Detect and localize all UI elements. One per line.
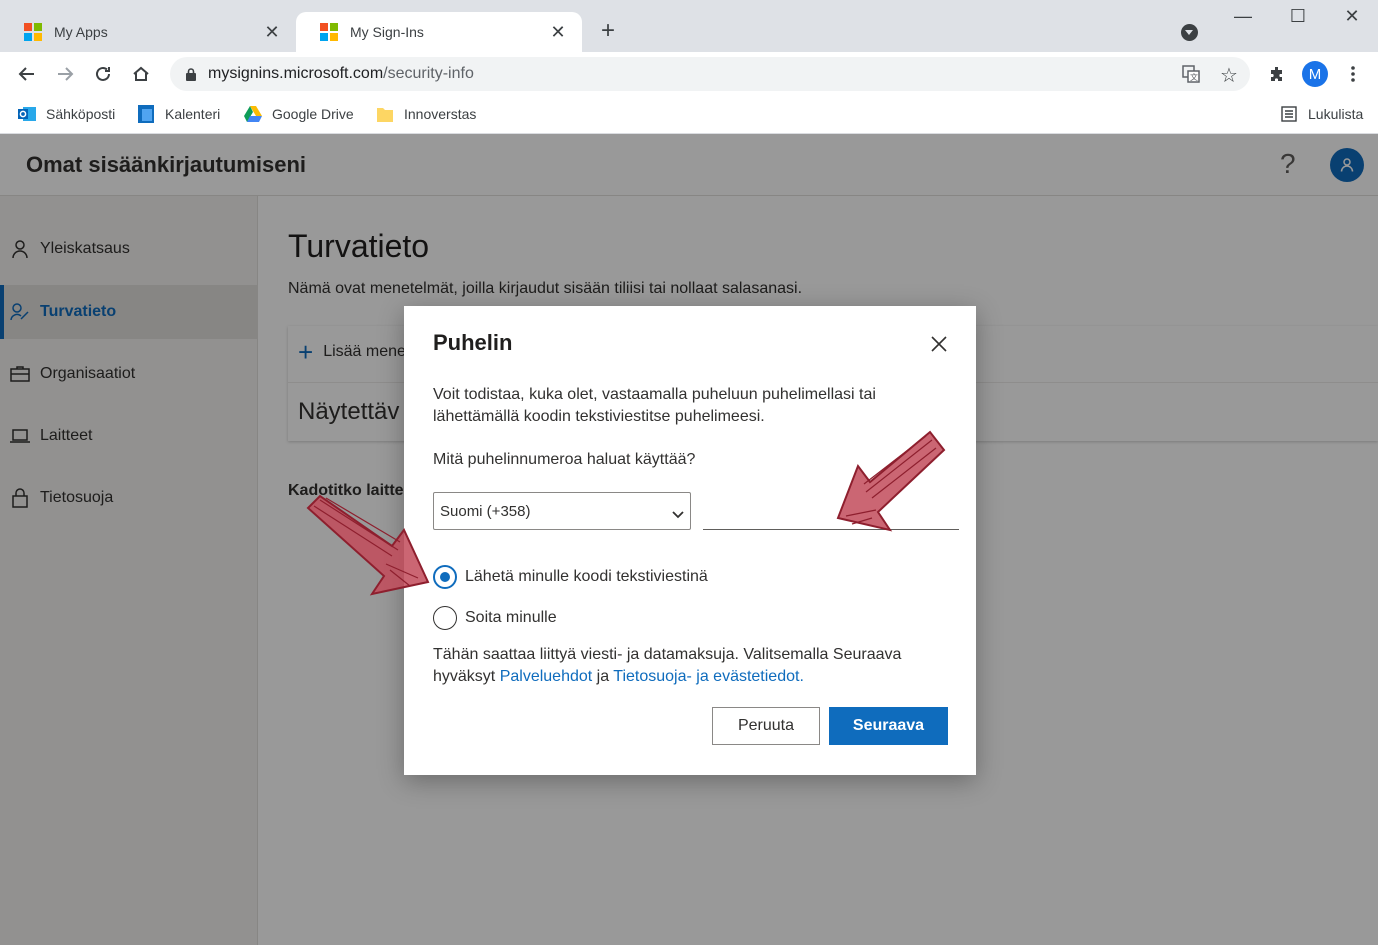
google-drive-icon <box>244 105 262 123</box>
privacy-link[interactable]: Tietosuoja- ja evästetiedot. <box>613 668 804 685</box>
radio-label: Soita minulle <box>465 609 557 626</box>
menu-kebab-icon[interactable] <box>1341 62 1365 86</box>
home-icon[interactable] <box>129 62 153 86</box>
terms-text: Tähän saattaa liittyä viesti- ja datamak… <box>433 644 953 688</box>
browser-toolbar: mysignins.microsoft.com/security-info 文 … <box>0 52 1378 96</box>
phone-dialog: Puhelin Voit todistaa, kuka olet, vastaa… <box>404 306 976 775</box>
forward-icon[interactable] <box>53 62 77 86</box>
maximize-icon[interactable]: ☐ <box>1288 6 1308 27</box>
dialog-title: Puhelin <box>433 330 513 355</box>
bookmarks-bar: Sähköposti Kalenteri Google Drive Innove… <box>0 96 1378 134</box>
next-button[interactable]: Seuraava <box>829 707 948 745</box>
browser-tab-strip: My Apps ✕ My Sign-Ins ✕ + — ☐ ✕ <box>0 0 1378 52</box>
close-tab-icon[interactable]: ✕ <box>548 22 568 42</box>
back-icon[interactable] <box>15 62 39 86</box>
lock-icon[interactable] <box>186 68 196 86</box>
tab-title: My Sign-Ins <box>350 24 424 40</box>
url-path: /security-info <box>383 65 474 82</box>
microsoft-logo-icon <box>24 23 42 41</box>
reading-list-label: Lukulista <box>1308 106 1364 122</box>
outlook-icon <box>18 105 36 123</box>
bookmark-kalenteri[interactable]: Kalenteri <box>137 105 220 123</box>
address-bar[interactable]: mysignins.microsoft.com/security-info 文 … <box>170 57 1250 91</box>
translate-icon[interactable]: 文 <box>1182 65 1200 88</box>
tab-my-apps[interactable]: My Apps ✕ <box>0 12 296 52</box>
close-icon[interactable] <box>928 333 950 355</box>
close-tab-icon[interactable]: ✕ <box>262 22 282 42</box>
cancel-button[interactable]: Peruuta <box>712 707 820 745</box>
radio-button-icon <box>433 606 457 630</box>
microsoft-logo-icon <box>320 23 338 41</box>
radio-call-me[interactable]: Soita minulle <box>433 606 557 630</box>
extensions-icon[interactable] <box>1265 62 1289 86</box>
url-host: mysignins.microsoft.com <box>208 65 384 82</box>
minimize-icon[interactable]: — <box>1233 6 1253 27</box>
bookmark-google-drive[interactable]: Google Drive <box>244 105 354 123</box>
radio-send-sms[interactable]: Lähetä minulle koodi tekstiviestinä <box>433 565 708 589</box>
reload-icon[interactable] <box>91 62 115 86</box>
profile-avatar[interactable]: M <box>1302 61 1328 87</box>
bookmark-label: Sähköposti <box>46 106 116 122</box>
tab-title: My Apps <box>54 24 108 40</box>
folder-icon <box>376 105 394 123</box>
phone-question: Mitä puhelinnumeroa haluat käyttää? <box>433 451 696 468</box>
terms-of-service-link[interactable]: Palveluehdot <box>500 668 593 685</box>
terms-mid: ja <box>592 668 614 685</box>
chevron-down-icon <box>672 506 684 523</box>
bookmark-label: Kalenteri <box>165 106 221 122</box>
reading-list-icon <box>1280 105 1298 123</box>
country-code-value: Suomi (+358) <box>440 502 531 520</box>
bookmark-star-icon[interactable]: ☆ <box>1220 63 1238 88</box>
close-window-icon[interactable]: ✕ <box>1342 6 1362 27</box>
calendar-icon <box>137 105 155 123</box>
reading-list-button[interactable]: Lukulista <box>1280 105 1363 123</box>
country-code-select[interactable]: Suomi (+358) <box>433 492 691 530</box>
radio-button-icon <box>433 565 457 589</box>
dialog-intro: Voit todistaa, kuka olet, vastaamalla pu… <box>433 386 876 425</box>
svg-text:文: 文 <box>1190 72 1198 82</box>
annotation-arrow-icon <box>836 430 946 532</box>
annotation-arrow-icon <box>306 494 430 596</box>
bookmark-label: Google Drive <box>272 106 354 122</box>
tab-my-sign-ins[interactable]: My Sign-Ins ✕ <box>296 12 582 52</box>
bookmark-label: Innoverstas <box>404 106 477 122</box>
bookmark-innoverstas[interactable]: Innoverstas <box>376 105 476 123</box>
bookmark-sahkoposti[interactable]: Sähköposti <box>18 105 115 123</box>
tab-search-icon[interactable] <box>1181 24 1198 41</box>
radio-label: Lähetä minulle koodi tekstiviestinä <box>465 568 708 585</box>
new-tab-button[interactable]: + <box>596 19 620 44</box>
